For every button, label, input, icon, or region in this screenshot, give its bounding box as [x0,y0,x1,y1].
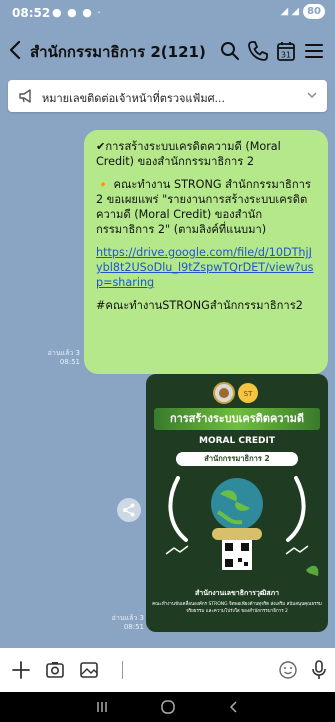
globe-illustration [165,476,319,576]
camera-icon[interactable] [44,659,66,681]
home-icon[interactable] [160,700,176,714]
message-bubble[interactable]: ✔การสร้างระบบเครดิตความดี (Moral Credit)… [84,130,328,374]
message-time: 08:51 [123,623,144,631]
plus-icon[interactable] [10,659,32,681]
menu-icon[interactable] [302,39,326,63]
status-right: ◢ ◢ 80 [281,4,325,19]
poster-org: สำนักงานเลขาธิการวุฒิสภา [194,589,280,597]
badge-text: ST [244,390,253,398]
nav-back-icon[interactable] [226,700,242,714]
announcement-text: หมายเลขติดต่อเจ้าหน้าที่ตรวจแฟ้มศ... [42,92,226,105]
poster-desc: คณะทำงานขับเคลื่อนองค์กร STRONG จิตพอเพี… [152,602,322,614]
poster-title: การสร้างระบบเครดิตความดี [154,408,320,430]
logo-badge: ST [213,382,258,404]
system-nav-bar [0,692,335,722]
status-time: 08:52 [12,6,51,20]
text-caret [122,661,123,679]
megaphone-icon [19,89,31,103]
recent-apps-icon[interactable] [94,700,110,714]
message-paragraph: ✔การสร้างระบบเครดิตความดี (Moral Credit)… [96,140,281,168]
message-input-bar [0,648,335,692]
chat-header: สำนักกรรมาธิการ 2(121) 31 [0,26,335,76]
message-meta: อ่านแล้ว 3 08:51 [40,349,80,367]
message-link[interactable]: https://drive.google.com/file/d/10DThjJy… [96,246,314,289]
poster-image[interactable]: ST การสร้างระบบเครดิตความดี MORAL CREDIT… [146,374,328,632]
microphone-icon[interactable] [308,659,330,681]
poster-subtitle: MORAL CREDIT [198,436,275,446]
emoji-icon[interactable] [277,659,299,681]
battery-badge: 80 [303,4,325,19]
poster-pill: สำนักกรรมาธิการ 2 [176,452,298,466]
chevron-down-icon[interactable] [305,88,319,102]
message-time: 08:51 [59,358,80,366]
chat-title[interactable]: สำนักกรรมาธิการ 2(121) [30,40,206,64]
poster-meta: อ่านแล้ว 3 08:51 [100,614,144,632]
image-icon[interactable] [78,659,100,681]
message-paragraph: 🔸 คณะทำงาน STRONG สำนักกรรมาธิการ 2 ขอเผ… [96,178,311,236]
back-arrow-icon[interactable] [4,36,28,64]
announcement-bar[interactable]: หมายเลขติดต่อเจ้าหน้าที่ตรวจแฟ้มศ... [8,80,327,112]
share-icon[interactable] [117,498,141,522]
status-bar: 08:52 ● ● ● · ◢ ◢ 80 [0,0,335,26]
phone-icon[interactable] [246,39,270,63]
notification-icons: ● ● ● · [52,6,102,19]
search-icon[interactable] [218,39,242,63]
message-hashtag[interactable]: #คณะทำงานSTRONGสำนักกรรมาธิการ2 [96,298,318,313]
calendar-icon[interactable]: 31 [274,39,298,63]
svg-text:31: 31 [281,51,291,60]
read-status: อ่านแล้ว 3 [111,614,144,622]
message-input[interactable] [118,654,302,686]
signal-icon: ◢ ◢ [280,6,300,17]
read-status: อ่านแล้ว 3 [47,349,80,357]
